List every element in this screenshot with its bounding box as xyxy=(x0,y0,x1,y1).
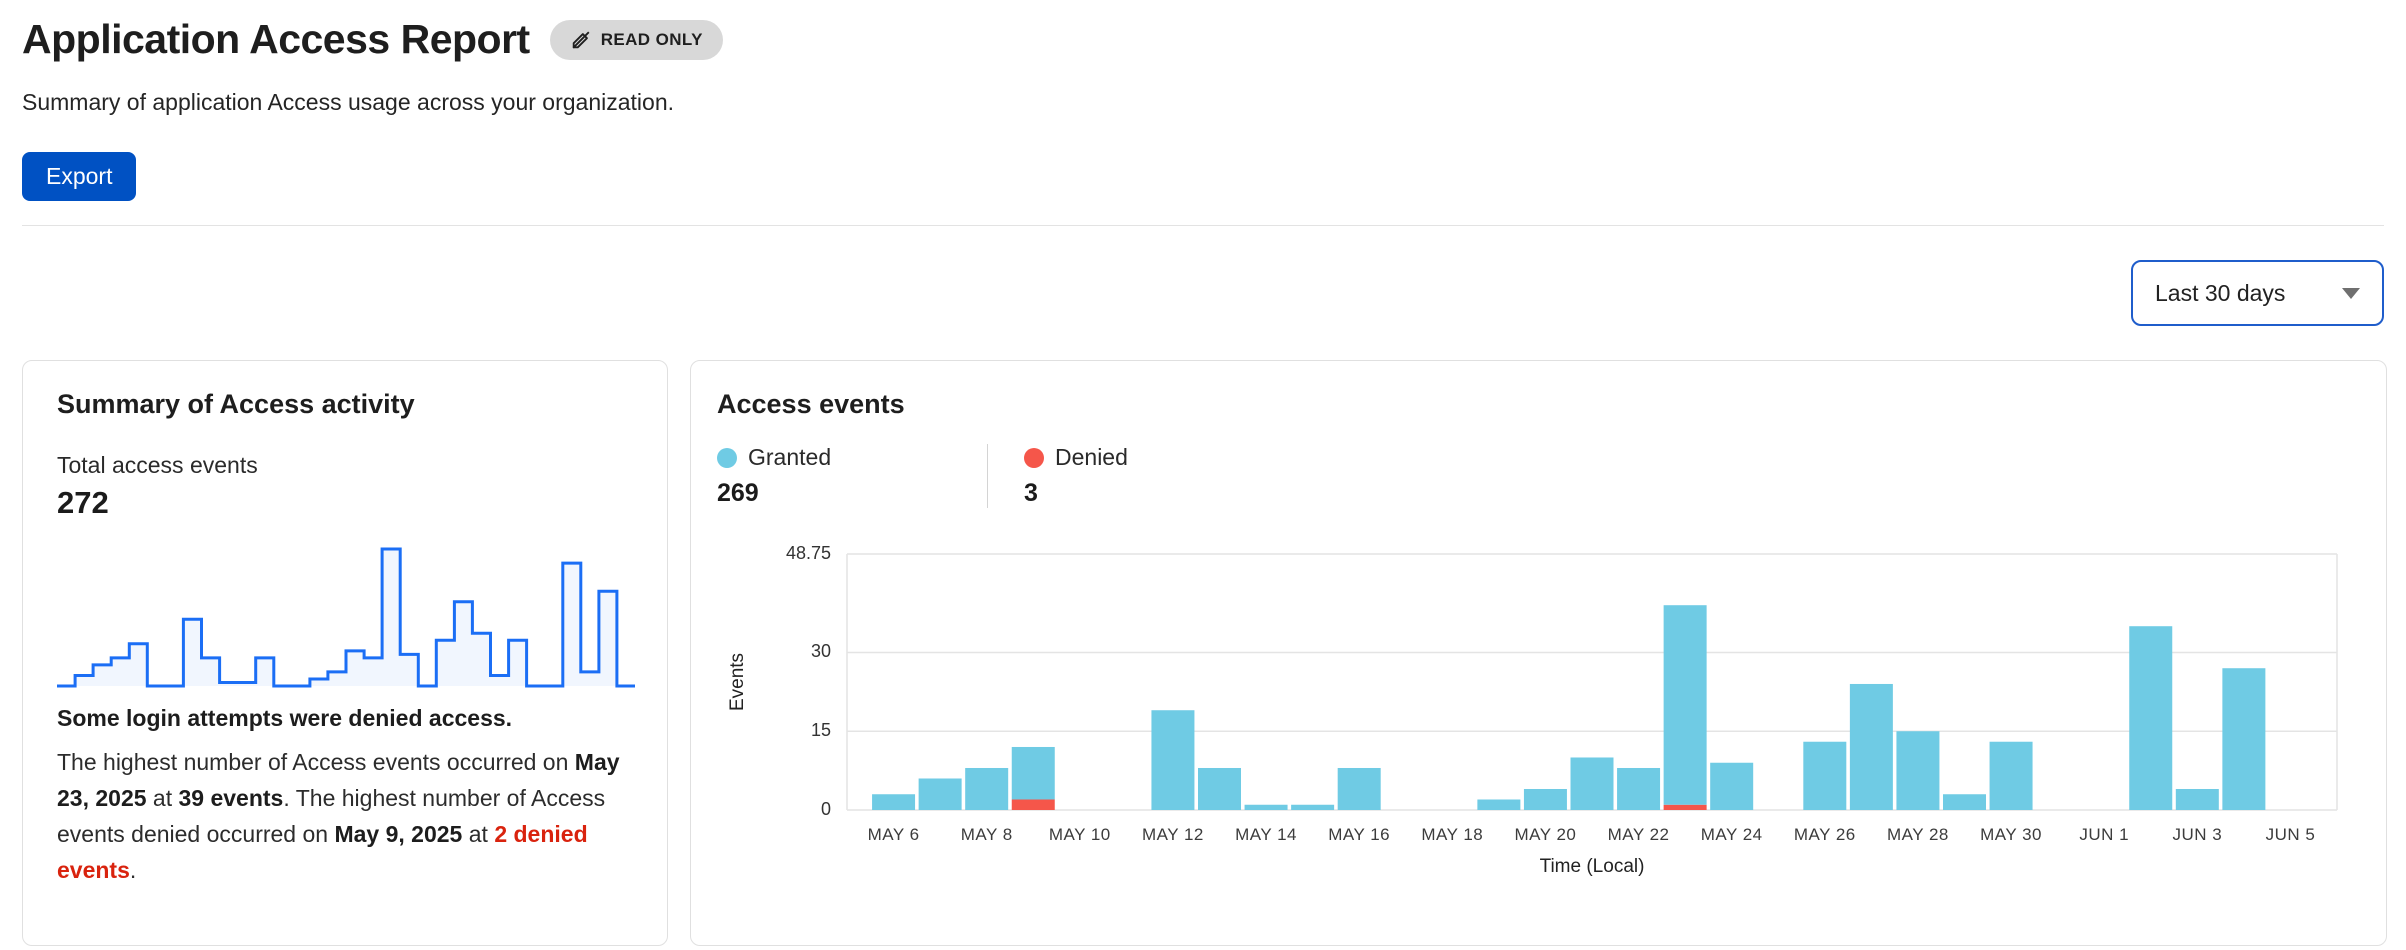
x-tick-label: MAY 12 xyxy=(1142,825,1204,844)
y-tick-label: 48.75 xyxy=(786,543,831,563)
summary-card: Summary of Access activity Total access … xyxy=(22,360,668,946)
legend-value: 269 xyxy=(717,479,987,508)
chevron-down-icon xyxy=(2342,288,2360,299)
bar-granted-may-9[interactable] xyxy=(1012,747,1055,800)
bar-granted-may-13[interactable] xyxy=(1198,768,1241,810)
y-tick-label: 30 xyxy=(811,641,831,661)
y-axis-title: Events xyxy=(727,653,748,711)
y-tick-label: 15 xyxy=(811,720,831,740)
time-range-value: Last 30 days xyxy=(2155,280,2285,307)
summary-detail-segment: at xyxy=(147,785,179,811)
summary-detail-segment: May 9, 2025 xyxy=(334,821,462,847)
x-tick-label: MAY 26 xyxy=(1794,825,1856,844)
x-tick-label: MAY 22 xyxy=(1608,825,1670,844)
page-title: Application Access Report xyxy=(22,16,530,63)
bar-granted-may-6[interactable] xyxy=(872,794,915,810)
y-tick-label: 0 xyxy=(821,799,831,819)
summary-detail-segment: The highest number of Access events occu… xyxy=(57,749,575,775)
x-tick-label: MAY 14 xyxy=(1235,825,1297,844)
x-tick-label: MAY 16 xyxy=(1328,825,1390,844)
bar-granted-may-8[interactable] xyxy=(965,768,1008,810)
export-button[interactable]: Export xyxy=(22,152,136,201)
bar-granted-may-23[interactable] xyxy=(1664,605,1707,805)
summary-detail: The highest number of Access events occu… xyxy=(57,744,633,888)
bar-granted-may-30[interactable] xyxy=(1990,742,2033,810)
read-only-badge: READ ONLY xyxy=(550,20,723,60)
x-tick-label: MAY 28 xyxy=(1887,825,1949,844)
bar-granted-may-28[interactable] xyxy=(1896,731,1939,810)
chart-legend: Granted 269 Denied 3 xyxy=(717,444,2360,508)
x-tick-label: JUN 1 xyxy=(2079,825,2129,844)
bar-granted-may-12[interactable] xyxy=(1151,710,1194,810)
bar-denied-may-9[interactable] xyxy=(1012,799,1055,810)
access-events-card: Access events Granted 269 Denied 3 0 15 30 48.… xyxy=(690,360,2387,946)
x-tick-label: MAY 8 xyxy=(961,825,1013,844)
bar-granted-may-29[interactable] xyxy=(1943,794,1986,810)
x-tick-label: MAY 30 xyxy=(1980,825,2042,844)
access-activity-sparkline xyxy=(57,543,635,691)
bar-granted-may-15[interactable] xyxy=(1291,805,1334,810)
bar-granted-jun-4[interactable] xyxy=(2222,668,2265,810)
summary-detail-segment: at xyxy=(462,821,494,847)
bar-granted-jun-2[interactable] xyxy=(2129,626,2172,810)
x-tick-label: MAY 20 xyxy=(1514,825,1576,844)
bar-granted-may-19[interactable] xyxy=(1477,799,1520,810)
x-tick-label: MAY 6 xyxy=(868,825,920,844)
summary-headline: Some login attempts were denied access. xyxy=(57,705,633,732)
bar-granted-may-16[interactable] xyxy=(1338,768,1381,810)
legend-dot-denied xyxy=(1024,448,1044,468)
cards-row: Summary of Access activity Total access … xyxy=(22,360,2384,946)
bar-granted-may-7[interactable] xyxy=(919,778,962,810)
page-header: Application Access Report READ ONLY xyxy=(22,16,2384,63)
bar-granted-jun-3[interactable] xyxy=(2176,789,2219,810)
header-divider xyxy=(22,225,2384,226)
summary-detail-segment: . xyxy=(130,857,136,883)
legend-label: Granted xyxy=(748,444,831,471)
time-range-select[interactable]: Last 30 days xyxy=(2131,260,2384,326)
x-tick-label: JUN 5 xyxy=(2266,825,2316,844)
bar-granted-may-26[interactable] xyxy=(1803,742,1846,810)
bar-denied-may-23[interactable] xyxy=(1664,805,1707,810)
summary-card-title: Summary of Access activity xyxy=(57,389,633,420)
events-card-title: Access events xyxy=(717,389,2360,420)
legend-item-granted: Granted 269 xyxy=(717,444,987,508)
pencil-slash-icon xyxy=(570,29,592,51)
application-access-report-page: Application Access Report READ ONLY Summ… xyxy=(0,0,2406,946)
x-axis-title: Time (Local) xyxy=(1540,856,1645,877)
summary-detail-segment: 39 events xyxy=(179,785,284,811)
legend-label: Denied xyxy=(1055,444,1128,471)
access-events-bar-chart: 0 15 30 48.75 MAY 6 MAY 8 MAY 10 MAY 12 MAY 14 MA… xyxy=(717,538,2360,878)
x-tick-label: MAY 10 xyxy=(1049,825,1111,844)
page-subtitle: Summary of application Access usage acro… xyxy=(22,89,2384,116)
legend-dot-granted xyxy=(717,448,737,468)
bar-granted-may-14[interactable] xyxy=(1245,805,1288,810)
bar-granted-may-27[interactable] xyxy=(1850,684,1893,810)
controls-row: Last 30 days xyxy=(22,260,2384,326)
bar-granted-may-20[interactable] xyxy=(1524,789,1567,810)
read-only-badge-label: READ ONLY xyxy=(601,30,703,50)
x-tick-label: MAY 18 xyxy=(1421,825,1483,844)
bar-granted-may-22[interactable] xyxy=(1617,768,1660,810)
x-tick-label: JUN 3 xyxy=(2172,825,2222,844)
x-tick-label: MAY 24 xyxy=(1701,825,1763,844)
bar-granted-may-24[interactable] xyxy=(1710,763,1753,810)
legend-item-denied: Denied 3 xyxy=(1024,444,1294,508)
legend-value: 3 xyxy=(1024,479,1294,508)
legend-divider xyxy=(987,444,988,508)
total-access-events-value: 272 xyxy=(57,485,633,521)
total-access-events-label: Total access events xyxy=(57,452,633,479)
bar-granted-may-21[interactable] xyxy=(1571,757,1614,810)
